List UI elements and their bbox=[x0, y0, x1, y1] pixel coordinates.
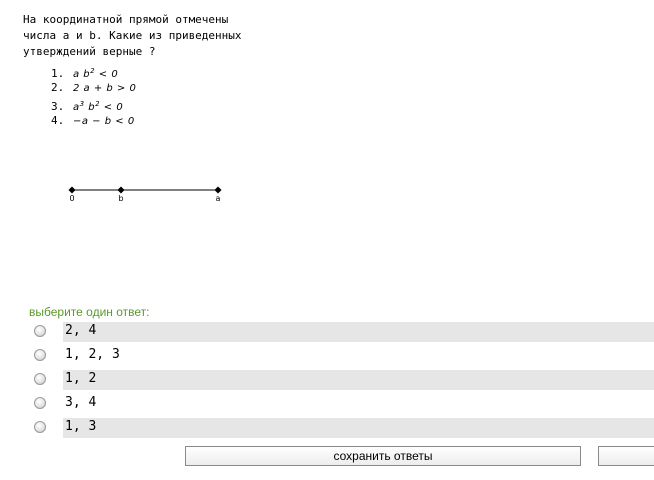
answer-row-background bbox=[63, 394, 654, 414]
point-b-label: b bbox=[118, 194, 123, 203]
answer-row-background bbox=[63, 346, 654, 366]
answer-label[interactable]: 1, 2 bbox=[65, 371, 96, 387]
point-zero-marker bbox=[68, 186, 76, 194]
answer-row-background bbox=[63, 370, 654, 390]
answer-option-1[interactable]: 2, 4 bbox=[30, 319, 654, 343]
point-a-marker bbox=[214, 186, 222, 194]
answer-radio[interactable] bbox=[34, 421, 46, 433]
answer-label[interactable]: 2, 4 bbox=[65, 323, 96, 339]
answer-radio[interactable] bbox=[34, 373, 46, 385]
answer-radio[interactable] bbox=[34, 397, 46, 409]
answer-option-4[interactable]: 3, 4 bbox=[30, 391, 654, 415]
answer-option-3[interactable]: 1, 2 bbox=[30, 367, 654, 391]
secondary-button[interactable] bbox=[598, 446, 654, 466]
answer-label[interactable]: 3, 4 bbox=[65, 395, 96, 411]
answer-row-background bbox=[63, 418, 654, 438]
answer-radio[interactable] bbox=[34, 349, 46, 361]
point-b-marker bbox=[117, 186, 125, 194]
answer-label[interactable]: 1, 3 bbox=[65, 419, 96, 435]
point-zero-label: 0 bbox=[69, 194, 74, 203]
answer-prompt: выберите один ответ: bbox=[29, 305, 150, 319]
answer-option-2[interactable]: 1, 2, 3 bbox=[30, 343, 654, 367]
answer-radio[interactable] bbox=[34, 325, 46, 337]
answer-label[interactable]: 1, 2, 3 bbox=[65, 347, 120, 363]
save-answers-button[interactable]: сохранить ответы bbox=[185, 446, 581, 466]
answer-option-5[interactable]: 1, 3 bbox=[30, 415, 654, 439]
answer-row-background bbox=[63, 322, 654, 342]
answer-list: 2, 4 1, 2, 3 1, 2 3, 4 1, 3 bbox=[30, 319, 654, 439]
point-a-label: a bbox=[216, 194, 221, 203]
